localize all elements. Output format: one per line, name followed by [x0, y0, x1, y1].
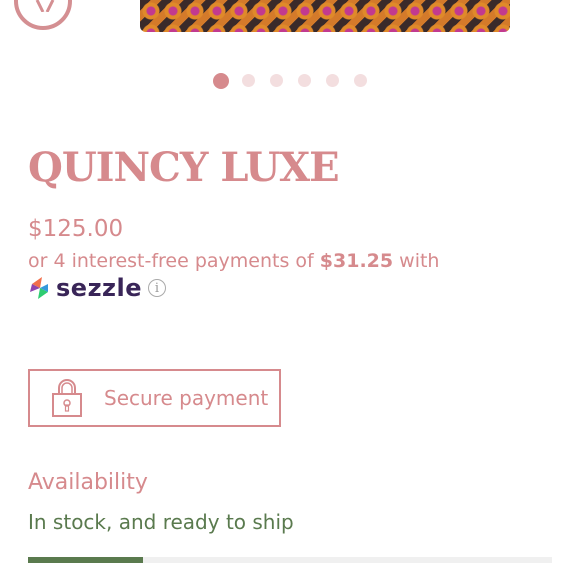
installment-amount: $31.25	[319, 250, 394, 272]
product-image-strip[interactable]	[0, 0, 580, 32]
lock-icon	[52, 379, 82, 417]
secure-payment-label: Secure payment	[104, 386, 269, 410]
product-title: QUINCY LUXE	[28, 144, 340, 191]
brand-badge-icon	[14, 0, 72, 30]
carousel-dots	[213, 73, 382, 89]
secure-payment-box: Secure payment	[28, 369, 281, 427]
sezzle-row[interactable]: sezzle i	[28, 274, 167, 302]
stock-status: In stock, and ready to ship	[28, 510, 294, 534]
info-icon[interactable]: i	[148, 279, 167, 297]
stock-progress-fill	[28, 557, 144, 563]
carousel-dot[interactable]	[270, 74, 283, 87]
carousel-dot[interactable]	[213, 73, 229, 89]
carousel-dot[interactable]	[242, 74, 255, 87]
carousel-dot[interactable]	[326, 74, 339, 87]
sezzle-wordmark: sezzle	[56, 274, 143, 302]
availability-label: Availability	[28, 470, 148, 495]
carousel-dot[interactable]	[298, 74, 311, 87]
stock-progress-bar	[28, 557, 552, 563]
installments-prefix: or 4 interest-free payments of	[28, 250, 320, 272]
product-price: $125.00	[28, 216, 124, 242]
installments-text: or 4 interest-free payments of $31.25 wi…	[28, 250, 439, 272]
sezzle-logo-icon	[30, 277, 48, 299]
installments-suffix: with	[393, 250, 440, 272]
product-photo[interactable]	[140, 0, 510, 32]
carousel-dot[interactable]	[354, 74, 367, 87]
